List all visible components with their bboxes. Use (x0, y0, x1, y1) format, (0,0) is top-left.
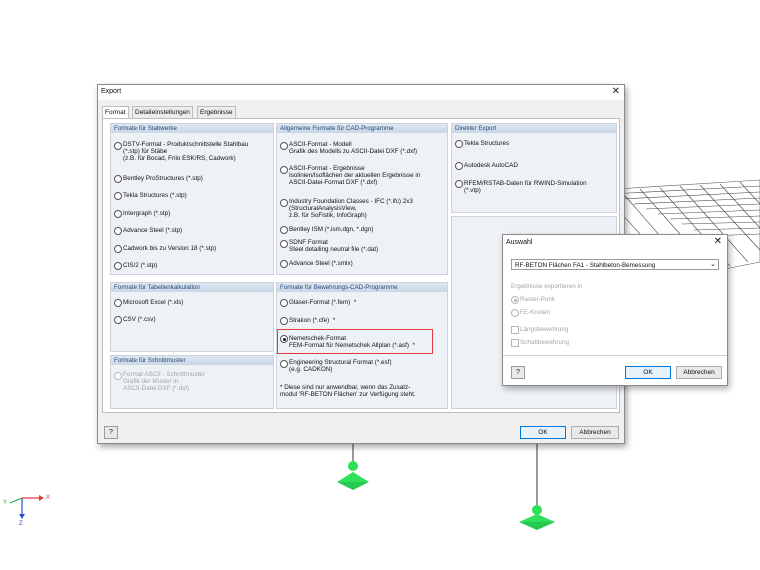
axis-triad (9, 495, 44, 519)
group-title: Formate für Stabwerke (111, 124, 273, 133)
raster-punkt-label: Raster-Punk (520, 296, 555, 303)
auswahl-dialog: Auswahl ✕ RF-BETON Flächen FA1 - Stahlbe… (502, 234, 728, 386)
option-bentley-ism: Bentley ISM (*.ism.dgn, *.dgn) (289, 226, 374, 233)
option-esf: Engineering Structural Format (*.esf) (e… (289, 359, 392, 373)
group-tabellenkalkulation: Formate für Tabellenkalkulation Microsof… (110, 282, 274, 352)
radio-ascii-schnittmuster[interactable] (114, 372, 122, 380)
option-advance-steel-smlx: Advance Steel (*.smlx) (289, 260, 353, 267)
axis-y-label: Y (3, 500, 8, 506)
option-ascii-modell: ASCII-Format - Modell Grafik des Modells… (289, 141, 418, 155)
radio-tekla-stp[interactable] (114, 192, 122, 200)
radio-cadwork[interactable] (114, 245, 122, 253)
option-autocad: Autodesk AutoCAD (464, 162, 518, 169)
checkbox-laengsbewehrung[interactable] (511, 326, 519, 334)
group-title: Formate für Bewehrungs-CAD-Programme (277, 283, 447, 292)
option-sdnf: SDNF Format Steel detailing neutral file… (289, 239, 379, 253)
radio-excel[interactable] (114, 299, 122, 307)
support-1 (337, 461, 369, 490)
option-excel: Microsoft Excel (*.xls) (123, 299, 184, 306)
radio-raster-punkt[interactable] (511, 296, 519, 304)
option-rwind: RFEM/RSTAB-Daten für RWIND-Simulation (*… (464, 180, 587, 194)
module-select[interactable]: RF-BETON Flächen FA1 - Stahlbeton-Bemess… (511, 259, 719, 270)
option-ifc: Industry Foundation Classes - IFC (*.ifc… (289, 198, 413, 219)
option-ascii-schnittmuster: Format ASCII - Schnittmuster Grafik der … (123, 371, 205, 392)
radio-intergraph[interactable] (114, 210, 122, 218)
ok-button[interactable]: OK (625, 366, 671, 379)
option-tekla-direkt: Tekla Structures (464, 140, 510, 147)
radio-glaser[interactable] (280, 299, 288, 307)
radio-autocad[interactable] (455, 162, 463, 170)
axis-z-label: Z (19, 521, 23, 527)
option-tekla-stp: Tekla Structures (*.stp) (123, 192, 187, 199)
radio-ascii-modell[interactable] (280, 142, 288, 150)
option-intergraph: Intergraph (*.stp) (123, 210, 171, 217)
option-cis2: CIS/2 (*.stp) (123, 262, 158, 269)
chevron-down-icon[interactable]: ⌄ (710, 260, 716, 268)
support-2 (519, 505, 555, 530)
cancel-button[interactable]: Abbrechen (676, 366, 722, 379)
export-title: Export (101, 88, 122, 95)
tab-detaileinstellungen[interactable]: Detaileinstellungen (132, 106, 193, 118)
close-icon[interactable]: ✕ (714, 236, 722, 248)
radio-ifc[interactable] (280, 199, 288, 207)
export-target-label: Ergebnisse exportieren in (511, 283, 583, 290)
group-title: Formate für Schnittmuster (111, 356, 273, 365)
radio-ascii-ergebnisse[interactable] (280, 166, 288, 174)
axis-x-label: X (46, 495, 51, 501)
group-stabwerke: Formate für Stabwerke DSTV-Format - Prod… (110, 123, 274, 275)
fe-knoten-label: FE-Knoten (520, 309, 551, 316)
option-advance-steel-stp: Advance Steel (*.stp) (123, 227, 183, 234)
option-strakon: Strakon (*.cfe) * (289, 317, 336, 324)
radio-dstv[interactable] (114, 142, 122, 150)
option-csv: CSV (*.csv) (123, 316, 156, 323)
cancel-button[interactable]: Abbrechen (571, 426, 619, 439)
nemetschek-highlight (277, 329, 433, 354)
radio-cis2[interactable] (114, 262, 122, 270)
bewehrung-note: * Diese sind nur anwendbar, wenn das Zus… (280, 384, 416, 398)
auswahl-title: Auswahl (506, 239, 533, 246)
close-icon[interactable]: ✕ (612, 86, 620, 98)
radio-strakon[interactable] (280, 317, 288, 325)
group-schnittmuster: Formate für Schnittmuster Format ASCII -… (110, 355, 274, 409)
group-title: Allgemeine Formate für CAD-Programme (277, 124, 447, 133)
footer-divider (503, 355, 727, 356)
ok-button[interactable]: OK (520, 426, 566, 439)
radio-advance-steel-smlx[interactable] (280, 260, 288, 268)
option-ascii-ergebnisse: ASCII-Format - Ergebnisse Isolinien/Isof… (289, 165, 421, 186)
schubbewehrung-label: Schubbewehrung (520, 339, 570, 346)
help-button[interactable]: ? (104, 426, 118, 439)
radio-fe-knoten[interactable] (511, 309, 519, 317)
group-direkt: Direkter Export Tekla Structures Autodes… (451, 123, 617, 213)
help-button[interactable]: ? (511, 366, 525, 379)
radio-bentley-prostructures[interactable] (114, 175, 122, 183)
export-titlebar: Export ✕ (98, 85, 624, 100)
group-bewehrung: Formate für Bewehrungs-CAD-Programme Gla… (276, 282, 448, 409)
option-bentley-prostructures: Bentley ProStructures (*.stp) (123, 175, 203, 182)
group-cad: Allgemeine Formate für CAD-Programme ASC… (276, 123, 448, 275)
radio-tekla-direkt[interactable] (455, 140, 463, 148)
radio-esf[interactable] (280, 360, 288, 368)
option-dstv: DSTV-Format - Produktschnittstelle Stahl… (123, 141, 249, 162)
option-cadwork: Cadwork bis zu Version 18 (*.stp) (123, 245, 217, 252)
radio-advance-steel-stp[interactable] (114, 227, 122, 235)
option-glaser: Glaser-Format (*.fem) * (289, 299, 357, 306)
group-title: Direkter Export (452, 124, 616, 133)
laengsbewehrung-label: Längsbewehrung (520, 326, 569, 333)
radio-rwind[interactable] (455, 180, 463, 188)
radio-bentley-ism[interactable] (280, 226, 288, 234)
checkbox-schubbewehrung[interactable] (511, 339, 519, 347)
radio-sdnf[interactable] (280, 240, 288, 248)
tab-ergebnisse[interactable]: Ergebnisse (197, 106, 236, 118)
radio-csv[interactable] (114, 316, 122, 324)
group-title: Formate für Tabellenkalkulation (111, 283, 273, 292)
